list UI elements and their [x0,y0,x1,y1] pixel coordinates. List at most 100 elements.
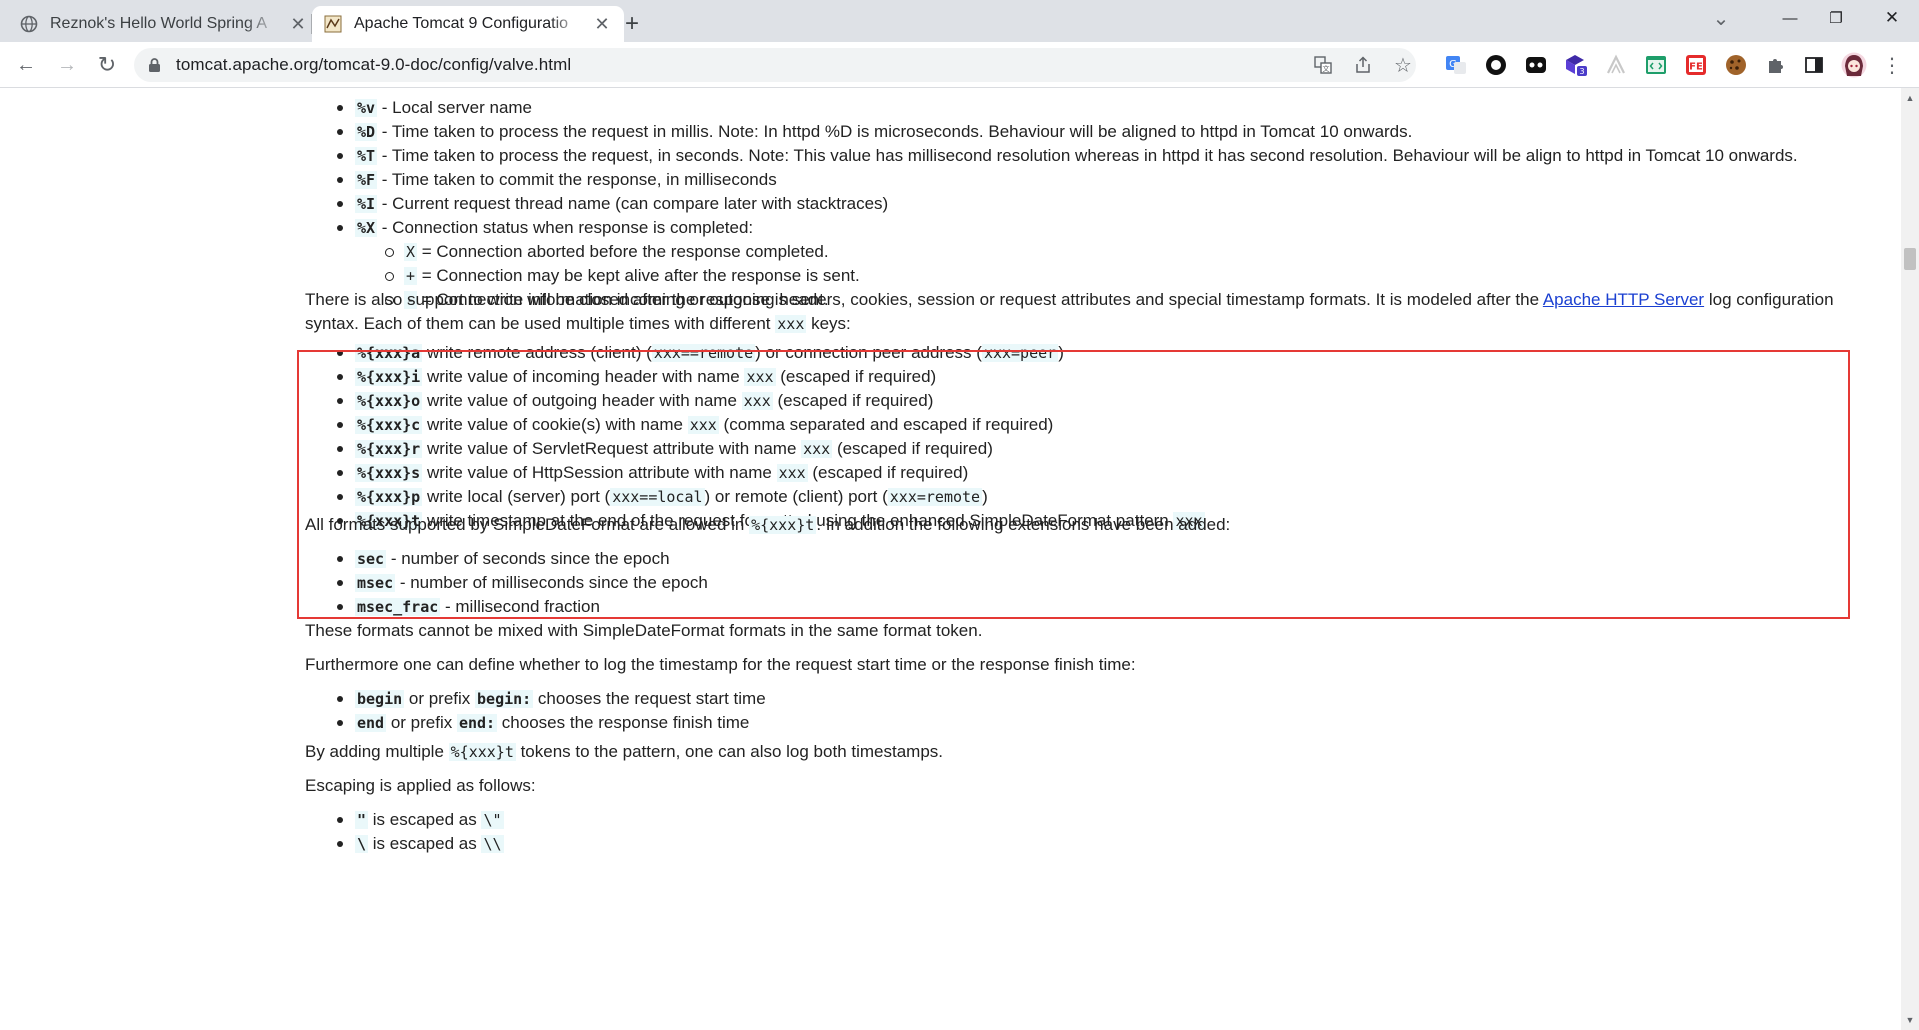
pattern-description: write value of incoming header with name [422,367,745,386]
share-icon[interactable] [1349,51,1377,79]
side-panel-icon[interactable] [1802,53,1826,77]
reload-button[interactable]: ↻ [91,49,123,81]
address-bar[interactable]: tomcat.apache.org/tomcat-9.0-doc/config/… [134,48,1416,82]
pattern-code: %v [355,99,378,117]
pattern-code: %T [355,147,378,165]
formats-paragraph: All formats supported by SimpleDateForma… [305,513,1850,537]
status-code: X [404,243,418,261]
pattern-code: %I [355,195,378,213]
list-item: %D - Time taken to process the request i… [305,120,1850,144]
text: Escaping is applied as follows: [305,776,536,795]
circle-extension-icon[interactable] [1484,53,1508,77]
extensions-puzzle-icon[interactable] [1764,53,1788,77]
inline-code: xxx==remote [651,344,756,362]
escape-list: " is escaped as \" \ is escaped as \\ [305,808,1850,856]
extension-code: sec [355,550,387,568]
list-item: %{xxx}o write value of outgoing header w… [305,389,1850,413]
list: " is escaped as \" \ is escaped as \\ [305,808,1850,856]
text: By adding multiple [305,742,449,761]
inline-code: xxx==local [610,488,705,506]
text: is escaped as [368,810,482,829]
scroll-thumb[interactable] [1904,248,1916,270]
list: %v - Local server name %D - Time taken to… [305,96,1850,312]
xxx-pattern-list: %{xxx}a write remote address (client) (x… [305,341,1850,533]
chrome-menu-icon[interactable]: ⋮ [1880,53,1904,77]
google-translate-extension-icon[interactable]: G [1444,53,1468,77]
tab-search-icon[interactable]: ⌄ [1698,0,1744,36]
window-close-icon[interactable]: ✕ [1869,0,1915,36]
escape-char-code: " [355,811,369,829]
new-tab-button[interactable]: + [618,10,646,38]
list-item: %{xxx}i write value of incoming header w… [305,365,1850,389]
pattern-description: ) or remote (client) port ( [704,487,888,506]
list-item: %T - Time taken to process the request, … [305,144,1850,168]
extension-badge: 3 [1579,67,1584,76]
translate-icon[interactable]: 文 [1309,51,1337,79]
inline-code: xxx=peer [981,344,1059,362]
list-item [305,88,1850,96]
back-button[interactable]: ← [10,49,42,81]
paragraph: Furthermore one can define whether to lo… [305,653,1850,677]
tab-close-icon[interactable]: ✕ [592,14,612,34]
tab-reznok-hello-world[interactable]: Reznok's Hello World Spring A ✕ [8,6,320,42]
tab-title: Apache Tomcat 9 Configuratio [354,15,569,32]
pattern-description: (escaped if required) [772,391,934,410]
mixed-formats-paragraph: These formats cannot be mixed with Simpl… [305,619,1850,643]
pattern-description: - Current request thread name (can compa… [377,194,889,213]
inline-code: xxx [741,392,773,410]
list-item: %v - Local server name [305,96,1850,120]
text: There is also support to write informati… [305,290,1543,309]
lock-icon[interactable] [148,57,164,73]
code-window-extension-icon[interactable] [1644,53,1668,77]
inline-code: xxx=remote [887,488,983,506]
scroll-down-arrow-icon[interactable]: ▼ [1901,1012,1919,1028]
list-item: %I - Current request thread name (can co… [305,192,1850,216]
tab-apache-tomcat[interactable]: Apache Tomcat 9 Configuratio ✕ [312,6,624,42]
text: tokens to the pattern, one can also log … [515,742,944,761]
pattern-code: %{xxx}i [355,368,423,386]
list-item: \ is escaped as \\ [305,832,1850,856]
pattern-description: ) or connection peer address ( [755,343,982,362]
pattern-description: write value of outgoing header with name [422,391,742,410]
list-item: msec_frac - millisecond fraction [305,595,1850,619]
url-text[interactable]: tomcat.apache.org/tomcat-9.0-doc/config/… [176,55,571,75]
cookie-extension-icon[interactable] [1724,53,1748,77]
list-item: %{xxx}c write value of cookie(s) with na… [305,413,1850,437]
begin-end-list: begin or prefix begin: chooses the reque… [305,687,1850,735]
extension-description: - millisecond fraction [440,597,600,616]
text: All formats supported by SimpleDateForma… [305,515,750,534]
inline-code: xxx [744,368,776,386]
escaping-paragraph: Escaping is applied as follows: [305,774,1850,798]
paragraph: These formats cannot be mixed with Simpl… [305,619,1850,643]
inline-code: %{xxx}t [749,516,817,534]
globe-icon [20,15,38,33]
pattern-description: - Time taken to process the request, in … [377,146,1798,165]
bookmark-star-icon[interactable]: ☆ [1389,51,1417,79]
pattern-description: (comma separated and escaped if required… [718,415,1054,434]
tab-close-icon[interactable]: ✕ [288,14,308,34]
cube-extension-icon[interactable]: 3 [1564,53,1588,77]
list-item: %{xxx}a write remote address (client) (x… [305,341,1850,365]
log-pattern-list: %v - Local server name %D - Time taken to… [305,96,1850,312]
vertical-scrollbar[interactable]: ▲ ▼ [1901,88,1919,1030]
list-item: %{xxx}p write local (server) port (xxx==… [305,485,1850,509]
restore-icon[interactable]: ❐ [1813,0,1859,36]
fe-extension-icon[interactable]: FE [1684,53,1708,77]
minimize-icon[interactable]: — [1767,0,1813,36]
list [305,88,1850,96]
arrow-extension-icon[interactable] [1604,53,1628,77]
gamepad-extension-icon[interactable] [1524,53,1548,77]
pattern-code: %{xxx}c [355,416,423,434]
text: or prefix [386,713,457,732]
inline-code: xxx [775,315,807,333]
extension-description: - number of seconds since the epoch [386,549,670,568]
scroll-up-arrow-icon[interactable]: ▲ [1901,90,1919,106]
forward-button[interactable]: → [51,49,83,81]
pattern-code: %{xxx}r [355,440,423,458]
apache-http-server-link[interactable]: Apache HTTP Server [1543,290,1704,309]
inline-code: %{xxx}t [448,743,516,761]
list-item: X = Connection aborted before the respon… [305,240,1850,264]
escape-char-code: \ [355,835,369,853]
pattern-code: %{xxx}o [355,392,423,410]
profile-avatar[interactable] [1840,51,1868,79]
